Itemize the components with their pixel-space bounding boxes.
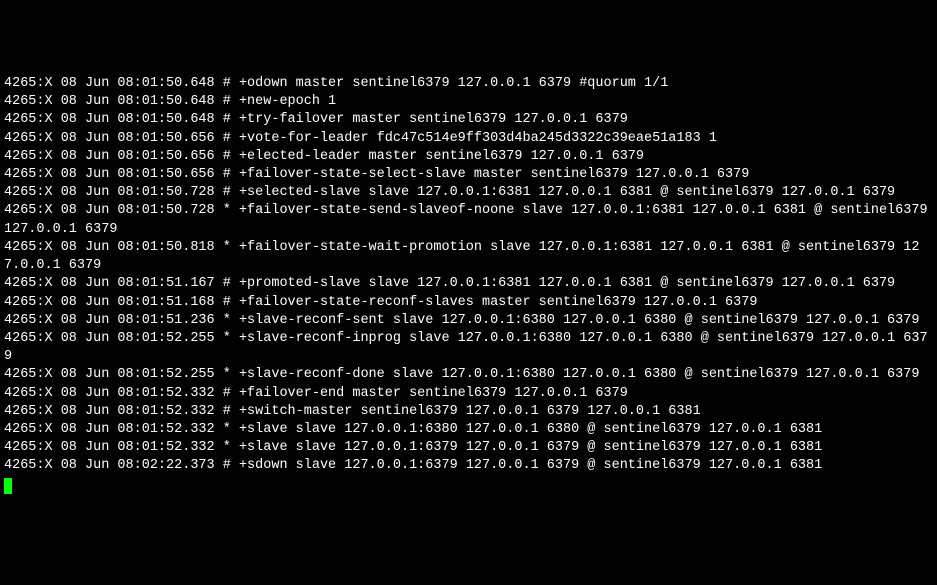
log-line: 4265:X 08 Jun 08:01:52.332 # +switch-mas… <box>4 404 701 419</box>
log-line: 4265:X 08 Jun 08:01:50.648 # +new-epoch … <box>4 94 336 109</box>
log-line: 4265:X 08 Jun 08:01:50.818 * +failover-s… <box>4 240 919 273</box>
log-line: 4265:X 08 Jun 08:02:22.373 # +sdown slav… <box>4 458 822 473</box>
log-line: 4265:X 08 Jun 08:01:50.656 # +failover-s… <box>4 167 749 182</box>
terminal-cursor[interactable] <box>4 478 12 494</box>
log-line: 4265:X 08 Jun 08:01:52.332 * +slave slav… <box>4 440 822 455</box>
log-line: 4265:X 08 Jun 08:01:50.728 # +selected-s… <box>4 185 895 200</box>
log-line: 4265:X 08 Jun 08:01:50.656 # +vote-for-l… <box>4 131 717 146</box>
log-line: 4265:X 08 Jun 08:01:52.332 * +slave slav… <box>4 422 822 437</box>
log-line: 4265:X 08 Jun 08:01:52.255 * +slave-reco… <box>4 331 928 364</box>
log-line: 4265:X 08 Jun 08:01:51.236 * +slave-reco… <box>4 313 919 328</box>
terminal-output: 4265:X 08 Jun 08:01:50.648 # +odown mast… <box>4 75 933 494</box>
log-line: 4265:X 08 Jun 08:01:50.648 # +try-failov… <box>4 112 628 127</box>
log-line: 4265:X 08 Jun 08:01:50.656 # +elected-le… <box>4 149 644 164</box>
log-line: 4265:X 08 Jun 08:01:51.168 # +failover-s… <box>4 295 757 310</box>
log-line: 4265:X 08 Jun 08:01:52.255 * +slave-reco… <box>4 367 919 382</box>
log-line: 4265:X 08 Jun 08:01:52.332 # +failover-e… <box>4 386 628 401</box>
log-line: 4265:X 08 Jun 08:01:50.728 * +failover-s… <box>4 203 936 236</box>
log-line: 4265:X 08 Jun 08:01:51.167 # +promoted-s… <box>4 276 895 291</box>
log-line: 4265:X 08 Jun 08:01:50.648 # +odown mast… <box>4 76 668 91</box>
